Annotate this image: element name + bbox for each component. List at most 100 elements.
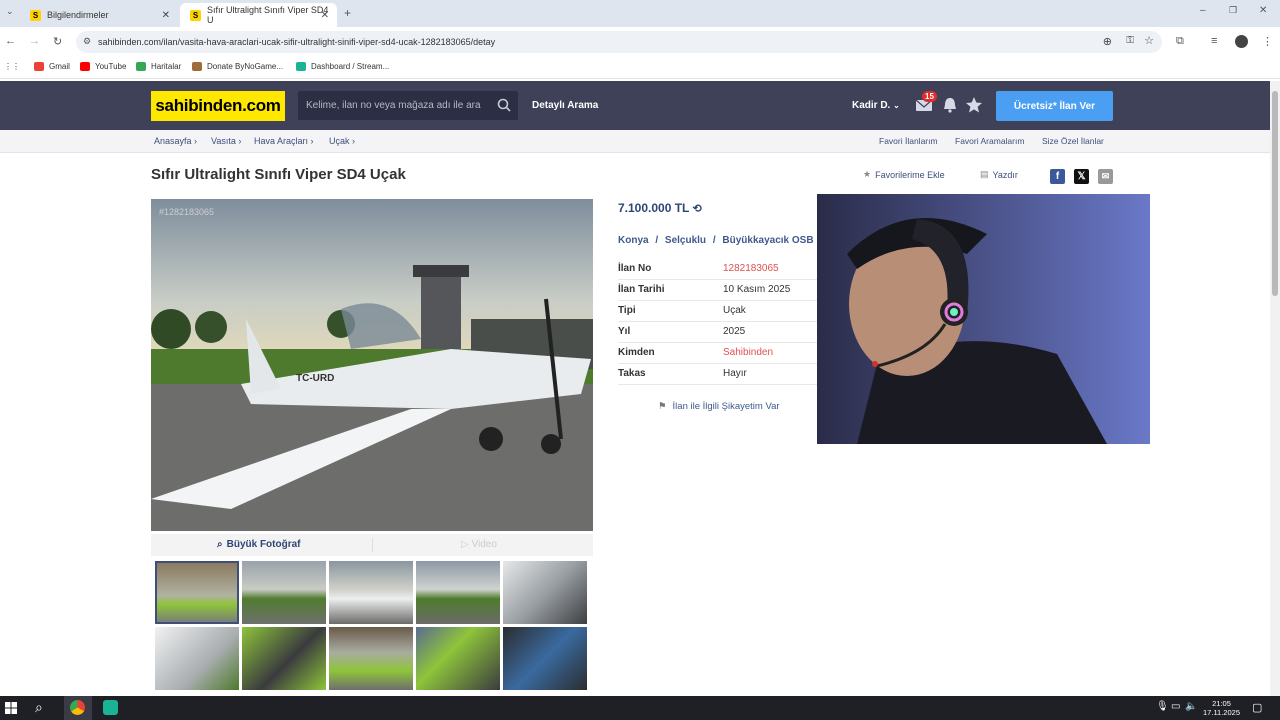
thumbnail-2[interactable] xyxy=(242,561,326,624)
thumbnail-5[interactable] xyxy=(503,561,587,624)
site-info-icon[interactable]: ⚙ xyxy=(83,36,91,47)
menu-kebab-icon[interactable]: ⋮ xyxy=(1262,35,1273,48)
search-icon[interactable]: ⌕ xyxy=(35,699,43,716)
info-row-kimden: Kimden Sahibinden xyxy=(618,343,817,364)
apps-grid-icon[interactable]: ⋮⋮ xyxy=(4,62,20,71)
page-scrollbar[interactable] xyxy=(1270,81,1280,696)
thumbnail-9[interactable] xyxy=(416,627,500,690)
notification-bell-icon[interactable] xyxy=(941,96,959,114)
scrollbar-thumb[interactable] xyxy=(1272,91,1278,296)
breadcrumb-ucak[interactable]: Uçak › xyxy=(329,136,355,146)
zoom-icon[interactable]: ⊕ xyxy=(1103,35,1112,48)
add-favorite-button[interactable]: ★ Favorilerime Ekle xyxy=(863,169,945,180)
volume-icon[interactable]: 🔈 xyxy=(1185,701,1197,712)
location-neighborhood[interactable]: Büyükkayacık OSB xyxy=(722,235,813,246)
info-key: İlan Tarihi xyxy=(618,284,665,295)
video-button[interactable]: ▷ Video xyxy=(461,539,497,550)
breadcrumb-hava-araclari[interactable]: Hava Araçları › xyxy=(254,136,314,146)
tab-label: Sıfır Ultralight Sınıfı Viper SD4 U xyxy=(206,5,329,25)
bookmark-donate[interactable]: Donate ByNoGame... xyxy=(192,62,283,71)
location-district[interactable]: Selçuklu xyxy=(665,235,706,246)
microphone-icon[interactable]: 🎙 xyxy=(1156,701,1169,712)
bookmark-dashboard[interactable]: Dashboard / Stream... xyxy=(296,62,389,71)
bookmark-gmail[interactable]: Gmail xyxy=(34,62,70,71)
forward-icon[interactable]: → xyxy=(29,35,40,47)
os-taskbar: ⌕ 🎙 ▭ 🔈 21:05 17.11.2025 ▢ xyxy=(0,696,1280,720)
location: Konya / Selçuklu / Büyükkayacık OSB xyxy=(618,235,814,246)
webcam-overlay xyxy=(817,194,1150,444)
sahibinden-favicon: S xyxy=(190,9,201,21)
printer-icon: ▤ xyxy=(980,169,989,179)
message-count-badge: 15 xyxy=(922,91,937,102)
favorite-listings-link[interactable]: Favori İlanlarım xyxy=(879,136,938,146)
password-key-icon[interactable]: ⚿ xyxy=(1126,35,1134,46)
post-listing-button[interactable]: Ücretsiz* İlan Ver xyxy=(996,91,1113,121)
network-icon[interactable]: ▭ xyxy=(1171,701,1180,712)
reload-icon[interactable]: ↻ xyxy=(53,35,62,48)
url-field[interactable]: ⚙ sahibinden.com/ilan/vasita-hava-aracla… xyxy=(76,31,1162,53)
tab-listing[interactable]: S Sıfır Ultralight Sınıfı Viper SD4 U ✕ xyxy=(180,3,337,27)
x-share-icon[interactable]: 𝕏 xyxy=(1074,169,1089,184)
breadcrumb: Anasayfa › Vasıta › Hava Araçları › Uçak… xyxy=(0,130,1270,153)
close-icon[interactable]: ✕ xyxy=(162,10,170,21)
minimize-icon[interactable]: – xyxy=(1200,5,1206,16)
media-icon[interactable]: ≡ xyxy=(1211,35,1217,47)
email-share-icon[interactable]: ✉ xyxy=(1098,169,1113,184)
search-input[interactable]: Kelime, ilan no veya mağaza adı ile ara xyxy=(298,91,518,120)
back-icon[interactable]: ← xyxy=(5,35,16,47)
site-header: sahibinden.com Kelime, ilan no veya mağa… xyxy=(0,81,1270,130)
sahibinden-favicon: S xyxy=(30,9,41,21)
facebook-share-icon[interactable]: f xyxy=(1050,169,1065,184)
bookmark-youtube[interactable]: YouTube xyxy=(80,62,126,71)
info-row-yil: Yıl 2025 xyxy=(618,322,817,343)
bookmark-haritalar[interactable]: Haritalar xyxy=(136,62,181,71)
bookmarks-bar: ⋮⋮ Gmail YouTube Haritalar Donate ByNoGa… xyxy=(0,57,1280,79)
thumbnail-6[interactable] xyxy=(155,627,239,690)
search-placeholder: Kelime, ilan no veya mağaza adı ile ara xyxy=(306,100,481,111)
windows-start-icon[interactable] xyxy=(5,702,17,714)
new-tab-icon[interactable]: + xyxy=(344,6,351,20)
main-photo[interactable]: TC-URD #1282183065 xyxy=(151,199,593,531)
thumbnail-8[interactable] xyxy=(329,627,413,690)
favorite-searches-link[interactable]: Favori Aramalarım xyxy=(955,136,1024,146)
notifications-icon[interactable]: ▢ xyxy=(1252,701,1262,714)
app-icon[interactable] xyxy=(103,700,118,715)
complaint-link[interactable]: ⚑ İlan ile İlgili Şikayetim Var xyxy=(658,401,780,412)
flag-icon: ⚑ xyxy=(658,401,667,412)
user-menu[interactable]: Kadir D. ⌄ xyxy=(852,100,900,111)
info-value: 2025 xyxy=(723,326,746,337)
extensions-icon[interactable]: ⧉ xyxy=(1176,35,1184,48)
price-history-icon[interactable]: ⟲ xyxy=(693,203,702,215)
print-button[interactable]: ▤ Yazdır xyxy=(980,169,1018,180)
thumbnail-3[interactable] xyxy=(329,561,413,624)
search-icon[interactable] xyxy=(497,98,511,112)
thumbnail-1[interactable] xyxy=(155,561,239,624)
advanced-search-link[interactable]: Detaylı Arama xyxy=(532,100,598,111)
site-logo[interactable]: sahibinden.com xyxy=(151,91,285,121)
special-listings-link[interactable]: Size Özel İlanlar xyxy=(1042,136,1104,146)
profile-avatar[interactable] xyxy=(1235,35,1248,48)
url-text: sahibinden.com/ilan/vasita-hava-araclari… xyxy=(98,37,496,47)
thumbnail-4[interactable] xyxy=(416,561,500,624)
bookmark-star-icon[interactable]: ☆ xyxy=(1144,34,1154,47)
chrome-icon[interactable] xyxy=(70,700,85,715)
thumbnail-7[interactable] xyxy=(242,627,326,690)
tab-bilgilendirmeler[interactable]: S Bilgilendirmeler ✕ xyxy=(20,3,178,27)
play-icon: ▷ xyxy=(461,539,469,550)
breadcrumb-anasayfa[interactable]: Anasayfa › xyxy=(154,136,197,146)
large-photo-button[interactable]: ⌕ Büyük Fotoğraf xyxy=(217,539,301,550)
info-row-tipi: Tipi Uçak xyxy=(618,301,817,322)
system-clock[interactable]: 21:05 17.11.2025 xyxy=(1203,699,1240,717)
photo-actions: ⌕ Büyük Fotoğraf ▷ Video xyxy=(151,534,593,556)
svg-text:TC-URD: TC-URD xyxy=(296,373,334,384)
info-key: Yıl xyxy=(618,326,631,337)
tab-list-icon[interactable]: ⌄ xyxy=(6,6,14,17)
favorites-star-icon[interactable] xyxy=(965,96,983,114)
window-close-icon[interactable]: ✕ xyxy=(1259,5,1267,16)
close-icon[interactable]: ✕ xyxy=(321,10,329,21)
location-city[interactable]: Konya xyxy=(618,235,649,246)
location-separator: / xyxy=(655,235,659,246)
restore-icon[interactable]: ❐ xyxy=(1229,5,1237,16)
thumbnail-10[interactable] xyxy=(503,627,587,690)
breadcrumb-vasita[interactable]: Vasıta › xyxy=(211,136,241,146)
